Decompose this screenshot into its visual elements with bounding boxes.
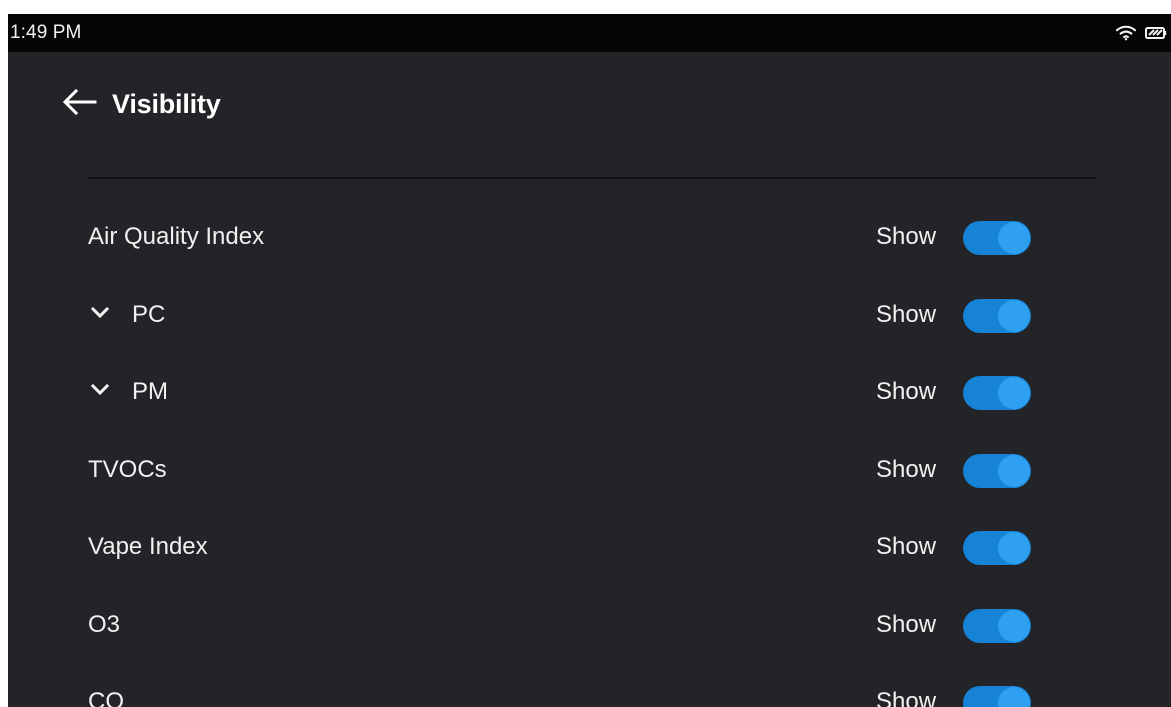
battery-icon	[1145, 26, 1167, 40]
o3-toggle[interactable]	[963, 609, 1031, 643]
visibility-row-o3: O3 Show	[8, 589, 1171, 655]
show-label: Show	[876, 688, 937, 707]
toggle-thumb	[998, 377, 1030, 409]
arrow-left-icon	[61, 88, 99, 121]
visibility-row-tvocs: TVOCs Show	[8, 434, 1171, 500]
co-toggle[interactable]	[963, 686, 1031, 707]
pm-toggle[interactable]	[963, 376, 1031, 410]
visibility-row-vape-index: Vape Index Show	[8, 511, 1171, 577]
toggle-thumb	[998, 455, 1030, 487]
status-bar: 1:49 PM	[8, 14, 1171, 52]
app-screen: 1:49 PM Visibility Air Quality Index Sho…	[8, 14, 1171, 707]
show-label: Show	[876, 533, 937, 560]
visibility-row-pc: PC Show	[8, 279, 1171, 345]
toggle-thumb	[998, 532, 1030, 564]
page-title: Visibility	[112, 89, 221, 119]
setting-label: TVOCs	[88, 456, 167, 483]
setting-label: Air Quality Index	[88, 223, 265, 250]
toggle-thumb	[998, 610, 1030, 642]
status-time: 1:49 PM	[10, 22, 82, 43]
show-label: Show	[876, 456, 937, 483]
show-label: Show	[876, 378, 937, 405]
page-header: Visibility	[8, 52, 1171, 142]
setting-label: Vape Index	[88, 533, 208, 560]
toggle-thumb	[998, 300, 1030, 332]
show-label: Show	[876, 611, 937, 638]
setting-label: PC	[132, 301, 166, 328]
setting-label: PM	[132, 378, 168, 405]
show-label: Show	[876, 301, 937, 328]
visibility-settings-list: Air Quality Index Show PC Show PM Show T…	[8, 201, 1171, 707]
wifi-icon	[1115, 25, 1137, 41]
status-icons	[1115, 25, 1167, 41]
show-label: Show	[876, 223, 937, 250]
section-divider	[88, 177, 1097, 179]
visibility-row-air-quality-index: Air Quality Index Show	[8, 201, 1171, 267]
toggle-thumb	[998, 222, 1030, 254]
setting-label: O3	[88, 611, 121, 638]
toggle-thumb	[998, 687, 1030, 707]
vape-index-toggle[interactable]	[963, 531, 1031, 565]
tvocs-toggle[interactable]	[963, 454, 1031, 488]
setting-label: CO	[88, 688, 124, 707]
back-button[interactable]	[59, 88, 101, 120]
chevron-down-icon[interactable]	[89, 381, 111, 399]
pc-toggle[interactable]	[963, 299, 1031, 333]
visibility-row-co: CO Show	[8, 666, 1171, 707]
visibility-row-pm: PM Show	[8, 356, 1171, 422]
chevron-down-icon[interactable]	[89, 304, 111, 322]
air-quality-index-toggle[interactable]	[963, 221, 1031, 255]
